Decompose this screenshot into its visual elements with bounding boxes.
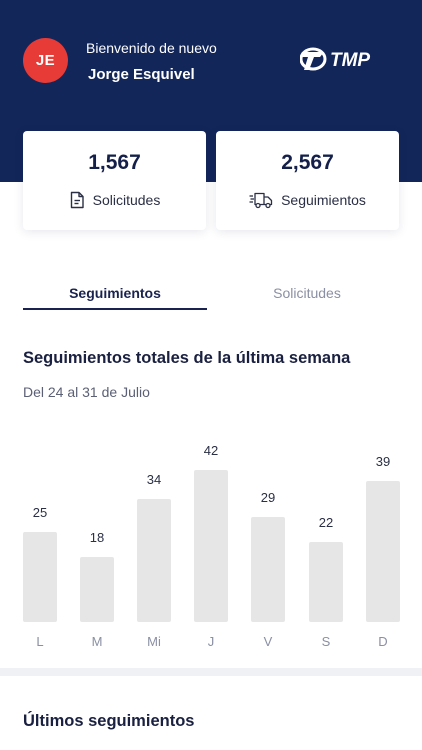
chart-date-range: Del 24 al 31 de Julio — [23, 384, 150, 400]
bar-value-label: 29 — [260, 490, 276, 505]
bar-value-label: 22 — [318, 515, 334, 530]
chart-bar — [251, 517, 285, 622]
tab-bar: Seguimientos Solicitudes — [23, 278, 399, 310]
stat-card-solicitudes[interactable]: 1,567 Solicitudes — [23, 131, 206, 230]
latest-followups-title: Últimos seguimientos — [23, 712, 195, 730]
avatar[interactable]: JE — [23, 38, 68, 83]
chart-section-title: Seguimientos totales de la última semana — [23, 349, 351, 367]
bar-day-label: J — [207, 634, 215, 649]
bar-day-label: L — [36, 634, 44, 649]
weekly-bar-chart: 25 L 18 M 34 Mi 42 J 29 V 22 S 39 D — [0, 430, 422, 660]
chart-bar — [23, 532, 57, 622]
tab-solicitudes[interactable]: Solicitudes — [215, 278, 399, 310]
user-name: Jorge Esquivel — [88, 66, 195, 83]
stat-card-seguimientos[interactable]: 2,567 Seguimientos — [216, 131, 399, 230]
bar-value-label: 25 — [32, 505, 48, 520]
document-icon — [70, 191, 84, 209]
stat-label-row: Solicitudes — [23, 191, 206, 209]
bar-value-label: 42 — [203, 443, 219, 458]
stat-value: 2,567 — [281, 151, 334, 174]
bar-day-label: Mi — [147, 634, 161, 649]
stat-value: 1,567 — [88, 151, 141, 174]
stat-label: Solicitudes — [92, 192, 161, 208]
delivery-truck-icon — [249, 192, 273, 209]
chart-bar — [80, 557, 114, 622]
bar-day-label: S — [321, 634, 331, 649]
chart-bar — [366, 481, 400, 622]
stat-label-row: Seguimientos — [216, 191, 399, 209]
bar-day-label: M — [91, 634, 103, 649]
bar-value-label: 39 — [375, 454, 391, 469]
bar-day-label: D — [378, 634, 388, 649]
tmp-logo: TMP — [300, 47, 370, 71]
chart-bar — [137, 499, 171, 622]
chart-bar — [194, 470, 228, 622]
bar-value-label: 18 — [89, 530, 105, 545]
tab-seguimientos[interactable]: Seguimientos — [23, 278, 207, 310]
stat-label: Seguimientos — [281, 192, 366, 208]
bar-day-label: V — [263, 634, 273, 649]
logo-text: TMP — [330, 50, 370, 71]
welcome-text: Bienvenido de nuevo — [86, 40, 217, 56]
chart-bar — [309, 542, 343, 622]
bar-value-label: 34 — [146, 472, 162, 487]
section-divider — [0, 668, 422, 676]
